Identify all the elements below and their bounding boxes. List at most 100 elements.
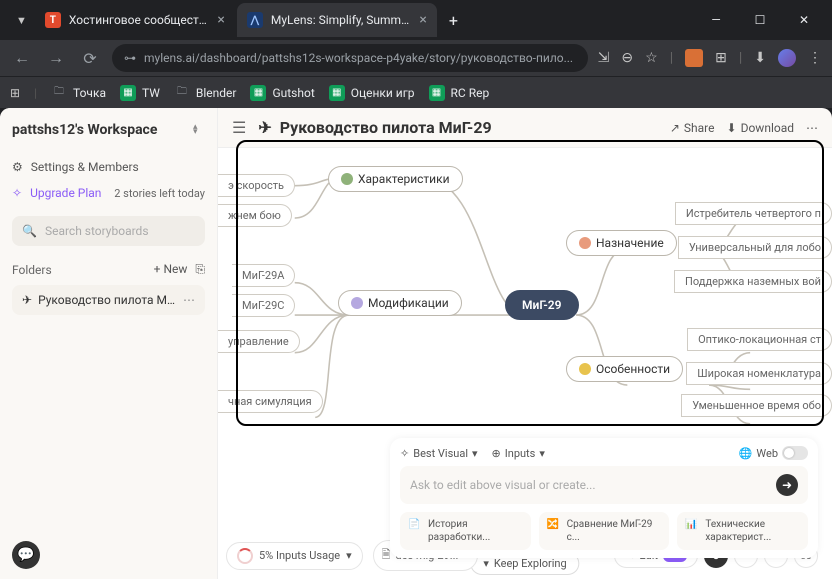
- mindmap-leaf[interactable]: жнем бою: [218, 204, 292, 227]
- mindmap-center-node[interactable]: МиГ-29: [505, 290, 579, 320]
- plane-icon: ✈: [22, 293, 32, 307]
- bookmark-item[interactable]: ▦TW: [120, 85, 160, 101]
- mindmap-leaf[interactable]: МиГ-29А: [232, 264, 295, 287]
- best-visual-dropdown[interactable]: ✧Best Visual▾: [400, 447, 478, 460]
- mindmap-leaf[interactable]: МиГ-29С: [232, 294, 295, 317]
- send-button[interactable]: ➜: [776, 474, 798, 496]
- document-icon: 📄: [408, 518, 422, 532]
- inputs-usage-pill[interactable]: 5% Inputs Usage ▾: [226, 542, 363, 570]
- settings-link[interactable]: ⚙ Settings & Members: [12, 154, 205, 180]
- download-icon[interactable]: ⬇: [754, 50, 766, 66]
- share-button[interactable]: ↗Share: [670, 121, 715, 135]
- profile-avatar[interactable]: [778, 49, 796, 67]
- mindmap-leaf[interactable]: Широкая номенклатура: [686, 362, 832, 385]
- new-folder-button[interactable]: + New: [154, 262, 188, 277]
- star-icon[interactable]: ☆: [645, 50, 658, 66]
- stories-left-label: 2 stories left today: [114, 187, 205, 200]
- site-info-icon[interactable]: ⊶: [124, 51, 136, 65]
- search-icon: 🔍: [22, 224, 37, 238]
- chevron-down-icon: ▾: [483, 557, 489, 570]
- url-text: mylens.ai/dashboard/pattshs12s-workspace…: [144, 51, 576, 65]
- document-icon: 🗎: [382, 546, 391, 565]
- node-icon: [341, 173, 353, 185]
- suggestion-chip[interactable]: 📄История разработки...: [400, 512, 531, 550]
- favicon-icon: ⋀: [247, 12, 263, 28]
- download-icon: ⬇: [727, 121, 737, 135]
- more-icon[interactable]: ⋯: [806, 121, 818, 135]
- mindmap-leaf[interactable]: Уменьшенное время обо: [681, 394, 832, 417]
- bookmark-item[interactable]: ▦RC Rep: [429, 85, 490, 101]
- mindmap-branch-node[interactable]: Назначение: [566, 230, 677, 256]
- tab-title: Хостинговое сообщество «Tim: [69, 13, 210, 27]
- bookmark-folder[interactable]: 🗀Blender: [174, 85, 237, 101]
- prompt-input[interactable]: Ask to edit above visual or create... ➜: [400, 466, 808, 504]
- gear-icon: ⚙: [12, 160, 23, 174]
- bookmark-folder[interactable]: 🗀Точка: [51, 85, 106, 101]
- new-page-icon[interactable]: ⎘: [195, 262, 205, 277]
- chevron-down-icon: ▾: [346, 549, 352, 562]
- close-icon[interactable]: ×: [217, 12, 224, 28]
- close-icon[interactable]: ×: [419, 12, 426, 28]
- node-icon: [579, 237, 591, 249]
- mindmap-leaf[interactable]: Истребитель четвертого п: [675, 202, 832, 225]
- new-tab-button[interactable]: +: [439, 11, 468, 30]
- mindmap-leaf[interactable]: Универсальный для лобо: [678, 236, 832, 259]
- workspace-title: pattshs12's Workspace: [12, 122, 157, 138]
- chart-icon: 📊: [685, 518, 699, 532]
- bookmark-item[interactable]: ▦Gutshot: [250, 85, 314, 101]
- inputs-dropdown[interactable]: ⊕Inputs▾: [492, 447, 545, 460]
- mindmap-branch-node[interactable]: Особенности: [566, 356, 683, 382]
- compare-icon: 🔀: [547, 518, 561, 532]
- apps-icon[interactable]: ⊞: [10, 86, 20, 100]
- sparkle-icon: ✧: [12, 186, 22, 200]
- story-item[interactable]: ✈ Руководство пилота МиГ-29 ⋯: [12, 285, 205, 315]
- close-window-button[interactable]: ✕: [784, 5, 824, 35]
- mindmap-branch-node[interactable]: Характеристики: [328, 166, 463, 192]
- mindmap-leaf[interactable]: Поддержка наземных вой: [674, 270, 832, 293]
- download-button[interactable]: ⬇Download: [727, 121, 794, 135]
- mindmap-branch-node[interactable]: Модификации: [338, 290, 462, 316]
- sparkle-icon: ✧: [400, 447, 409, 460]
- maximize-button[interactable]: ☐: [740, 5, 780, 35]
- menu-toggle-icon[interactable]: ☰: [232, 118, 246, 137]
- minimize-button[interactable]: —: [696, 5, 736, 35]
- usage-circle-icon: [237, 548, 253, 564]
- chat-icon: 💬: [17, 547, 34, 563]
- browser-tab-0[interactable]: T Хостинговое сообщество «Tim ×: [35, 3, 235, 37]
- install-app-icon[interactable]: ⇲: [598, 50, 610, 66]
- extension-icon[interactable]: [685, 49, 703, 67]
- web-toggle[interactable]: 🌐Web: [739, 446, 808, 460]
- tab-list-dropdown[interactable]: ▼: [10, 14, 33, 27]
- extensions-icon[interactable]: ⊞: [715, 50, 727, 66]
- upgrade-link[interactable]: ✧ Upgrade Plan: [12, 180, 101, 206]
- reload-button[interactable]: ⟳: [78, 49, 102, 68]
- suggestion-chip[interactable]: 📊Технические характерист...: [677, 512, 808, 550]
- bookmark-item[interactable]: ▦Оценки игр: [329, 85, 415, 101]
- back-button[interactable]: ←: [10, 48, 34, 68]
- menu-icon[interactable]: ⋮: [808, 50, 822, 66]
- mindmap-leaf[interactable]: э скорость: [218, 174, 295, 197]
- mindmap-leaf[interactable]: чная симуляция: [218, 390, 323, 413]
- mindmap-leaf[interactable]: управление: [218, 330, 300, 353]
- workspace-switcher[interactable]: ▴▾: [193, 125, 205, 135]
- tab-title: MyLens: Simplify, Summarize, a: [271, 13, 412, 27]
- plane-icon: ✈: [258, 118, 271, 137]
- address-bar[interactable]: ⊶ mylens.ai/dashboard/pattshs12s-workspa…: [112, 44, 588, 72]
- share-icon: ↗: [670, 121, 680, 135]
- help-button[interactable]: 💬: [12, 541, 40, 569]
- globe-icon: 🌐: [739, 447, 753, 460]
- plus-circle-icon: ⊕: [492, 447, 501, 460]
- prompt-panel: ✧Best Visual▾ ⊕Inputs▾ 🌐Web Ask to edit …: [390, 438, 818, 558]
- sidebar: pattshs12's Workspace ▴▾ ⚙ Settings & Me…: [0, 108, 218, 579]
- suggestion-chip[interactable]: 🔀Сравнение МиГ-29 с...: [539, 512, 670, 550]
- node-icon: [351, 297, 363, 309]
- page-title: Руководство пилота МиГ-29: [280, 118, 492, 137]
- bookmarks-bar: ⊞ | 🗀Точка ▦TW 🗀Blender ▦Gutshot ▦Оценки…: [0, 76, 832, 108]
- browser-tab-1[interactable]: ⋀ MyLens: Simplify, Summarize, a ×: [237, 3, 437, 37]
- window-titlebar: ▼ T Хостинговое сообщество «Tim × ⋀ MyLe…: [0, 0, 832, 40]
- search-input[interactable]: 🔍 Search storyboards: [12, 216, 205, 246]
- forward-button[interactable]: →: [44, 48, 68, 68]
- zoom-icon[interactable]: ⊖: [621, 50, 633, 66]
- more-icon[interactable]: ⋯: [183, 293, 195, 307]
- mindmap-leaf[interactable]: Оптико-локационная ст: [687, 328, 832, 351]
